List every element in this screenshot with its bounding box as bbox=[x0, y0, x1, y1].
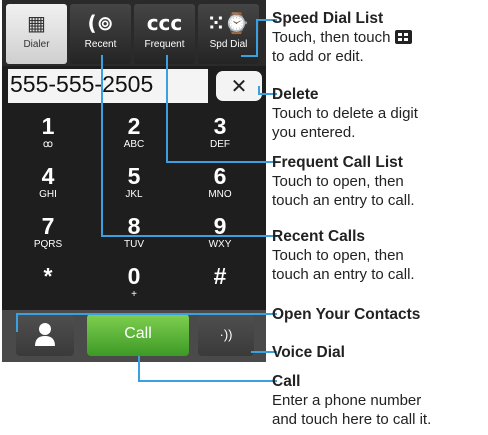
annotation-text: touch an entry to call. bbox=[272, 192, 415, 209]
annotation-speed-dial: Speed Dial List Touch, then touch to add… bbox=[272, 9, 412, 66]
leader-call bbox=[138, 356, 277, 382]
annotation-text: Touch, then touch bbox=[272, 29, 391, 46]
annotation-voice: Voice Dial bbox=[272, 343, 345, 362]
annotation-text: to add or edit. bbox=[272, 48, 364, 65]
annotation-delete: Delete Touch to delete a digit you enter… bbox=[272, 85, 418, 142]
annotation-title: Call bbox=[272, 373, 301, 390]
leader-recent bbox=[101, 55, 277, 237]
leader-contacts bbox=[16, 313, 277, 332]
annotation-frequent: Frequent Call List Touch to open, then t… bbox=[272, 153, 415, 210]
annotation-text: Touch to open, then bbox=[272, 247, 404, 264]
annotation-call: Call Enter a phone number and touch here… bbox=[272, 372, 431, 429]
annotation-text: you entered. bbox=[272, 124, 356, 141]
annotation-text: Enter a phone number bbox=[272, 392, 422, 409]
annotation-title: Voice Dial bbox=[272, 344, 345, 361]
annotation-title: Recent Calls bbox=[272, 228, 366, 245]
annotation-title: Open Your Contacts bbox=[272, 306, 421, 323]
leader-frequent bbox=[166, 55, 277, 163]
annotation-recent: Recent Calls Touch to open, then touch a… bbox=[272, 227, 415, 284]
leader-lines bbox=[16, 19, 277, 382]
annotation-text: touch an entry to call. bbox=[272, 266, 415, 283]
annotation-text: Touch to delete a digit bbox=[272, 105, 418, 122]
annotation-title: Delete bbox=[272, 86, 319, 103]
annotation-title: Frequent Call List bbox=[272, 154, 403, 171]
annotation-title: Speed Dial List bbox=[272, 10, 384, 27]
annotation-text: and touch here to call it. bbox=[272, 411, 432, 428]
annotation-contacts: Open Your Contacts bbox=[272, 305, 420, 324]
menu-key-icon bbox=[394, 30, 412, 44]
annotation-text: Touch to open, then bbox=[272, 173, 404, 190]
